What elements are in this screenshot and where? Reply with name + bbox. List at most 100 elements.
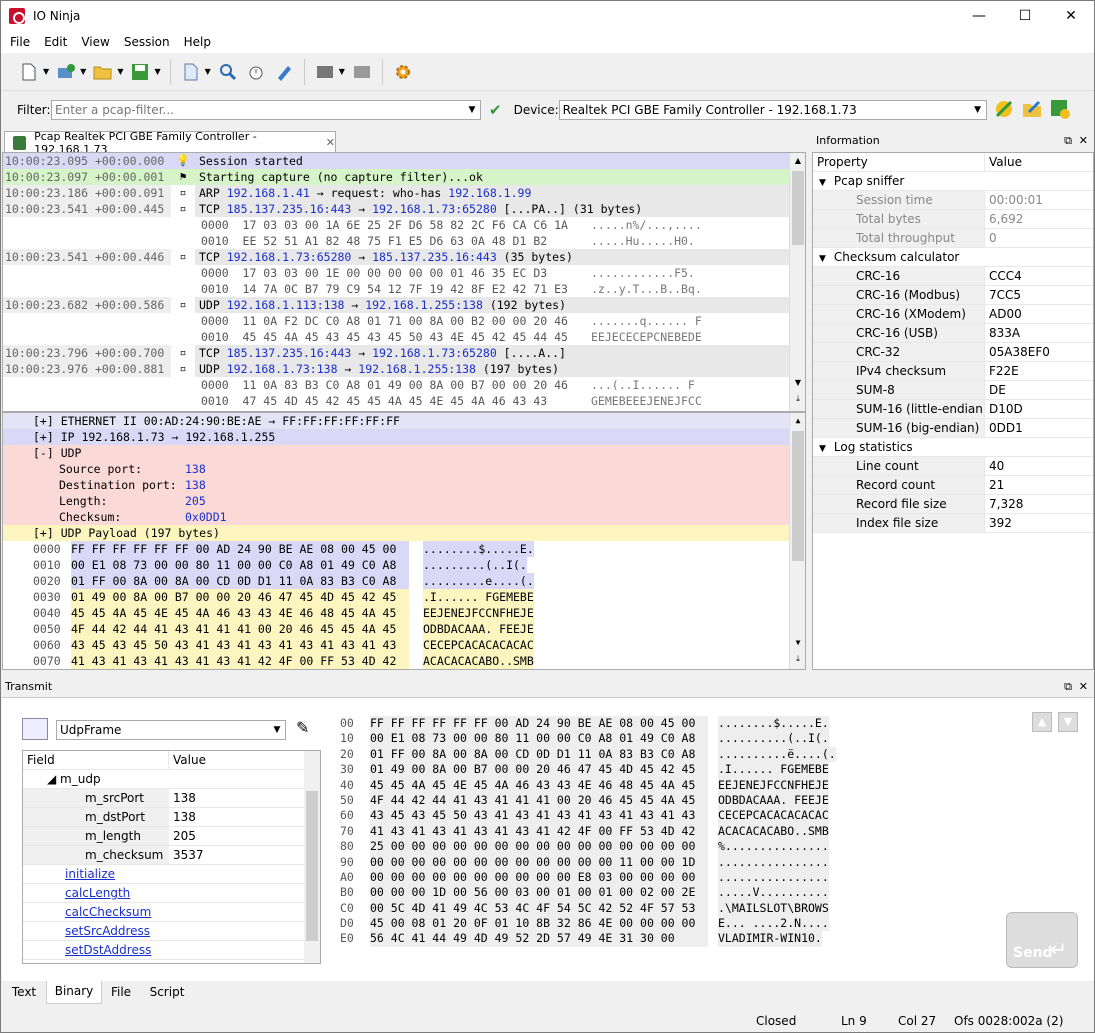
transmit-hex-editor[interactable]: 00 FF FF FF FF FF FF 00 AD 24 90 BE AE 08… <box>340 716 836 947</box>
info-row[interactable]: SUM-8 DE <box>813 381 1093 400</box>
terminal-dropdown-icon[interactable]: ▼ <box>339 67 345 76</box>
packet-hex-line[interactable]: 0030 01 49 00 8A 00 B7 00 00 20 46 47 45 … <box>3 589 805 605</box>
chevron-down-icon[interactable]: ▼ <box>819 178 826 188</box>
transmit-float-icon[interactable]: ⧉ <box>1064 677 1072 696</box>
menu-edit[interactable]: Edit <box>37 35 74 49</box>
info-row[interactable]: CRC-16 (XModem) AD00 <box>813 305 1093 324</box>
transmit-hex-line[interactable]: 00 FF FF FF FF FF FF 00 AD 24 90 BE AE 08… <box>340 716 836 732</box>
edit-script-icon[interactable]: ✎ <box>296 718 309 737</box>
field-group-row[interactable]: ◢ m_udp <box>23 770 320 789</box>
info-float-icon[interactable]: ⧉ <box>1064 131 1072 150</box>
info-row[interactable]: CRC-16 (Modbus) 7CC5 <box>813 286 1093 305</box>
log-hex-line[interactable]: 0010 14 7A 0C B7 79 C9 54 12 7F 19 42 8F… <box>3 281 805 297</box>
frame-type-select[interactable]: UdpFrame ▼ <box>56 720 286 740</box>
info-row[interactable]: SUM-16 (big-endian) 0DD1 <box>813 419 1093 438</box>
transmit-field-value[interactable]: 138 <box>169 789 196 807</box>
capture-start-icon[interactable] <box>993 98 1015 123</box>
transmit-hex-line[interactable]: 80 25 00 00 00 00 00 00 00 00 00 00 00 00… <box>340 839 836 855</box>
log-record[interactable]: 10:00:23.541 +00:00.445 ▫ TCP 185.137.235.… <box>3 201 805 217</box>
history-down-icon[interactable]: ▼ <box>1058 712 1078 732</box>
info-section[interactable]: ▼ Pcap sniffer <box>813 172 1093 191</box>
packet-hex-line[interactable]: 0040 45 45 4A 45 4E 45 4A 46 43 43 4E 46 … <box>3 605 805 621</box>
device-select[interactable]: Realtek PCI GBE Family Controller - 192.… <box>558 100 987 120</box>
log-hex-line[interactable]: 0010 45 45 4A 45 43 45 43 45 50 43 4E 45… <box>3 329 805 345</box>
field-tree-scrollbar[interactable] <box>304 751 320 963</box>
new-session-icon[interactable] <box>18 61 40 83</box>
new-dropdown-icon[interactable]: ▼ <box>43 67 49 76</box>
method-link[interactable]: setSrcAddress <box>23 922 150 940</box>
udp-header-row[interactable]: [-] UDP <box>3 445 805 461</box>
filter-dropdown-icon[interactable]: ▼ <box>464 101 480 119</box>
log-record[interactable]: 10:00:23.541 +00:00.446 ▫ TCP 192.168.1.73… <box>3 249 805 265</box>
udp-field-row[interactable]: Checksum: 0x0DD1 <box>3 509 805 525</box>
udp-field-row[interactable]: Source port: 138 <box>3 461 805 477</box>
log-dropdown-icon[interactable]: ▼ <box>205 67 211 76</box>
open-capture-icon[interactable] <box>1021 98 1043 123</box>
transmit-field-row[interactable]: m_dstPort 138 <box>23 808 320 827</box>
history-up-icon[interactable]: ▲ <box>1032 712 1052 732</box>
udp-field-row[interactable]: Destination port: 138 <box>3 477 805 493</box>
transmit-hex-line[interactable]: 60 43 45 43 45 50 43 41 43 41 43 41 43 41… <box>340 808 836 824</box>
new-connection-icon[interactable] <box>55 61 77 83</box>
detail-scrollbar[interactable]: ▲ ▼ ⤓ <box>789 413 805 669</box>
log-record[interactable]: 10:00:23.186 +00:00.091 ▫ ARP 192.168.1.41… <box>3 185 805 201</box>
log-scrollbar[interactable]: ▲ ▼ ⤓ <box>789 153 805 411</box>
transmit-hex-line[interactable]: E0 56 4C 41 44 49 4D 49 52 2D 57 49 4E 31… <box>340 931 836 947</box>
settings-gear-icon[interactable] <box>392 61 414 83</box>
packet-hex-line[interactable]: 0000 FF FF FF FF FF FF 00 AD 24 90 BE AE … <box>3 541 805 557</box>
method-link[interactable]: calcChecksum <box>23 903 151 921</box>
transmit-hex-line[interactable]: 90 00 00 00 00 00 00 00 00 00 00 00 00 11… <box>340 854 836 870</box>
open-dropdown-icon[interactable]: ▼ <box>117 67 123 76</box>
detail-scroll-down-icon[interactable]: ▼ <box>790 635 805 651</box>
method-link[interactable]: setDstAddress <box>23 941 151 959</box>
capture-tool-icon[interactable] <box>273 61 295 83</box>
transmit-field-row[interactable]: m_checksum 3537 <box>23 846 320 865</box>
tab-pcap-session[interactable]: Pcap Realtek PCI GBE Family Controller -… <box>4 130 336 156</box>
maximize-button[interactable]: ☐ <box>1002 1 1048 31</box>
transmit-hex-line[interactable]: D0 45 00 08 01 20 0F 01 10 8B 32 86 4E 00… <box>340 916 836 932</box>
transmit-hex-line[interactable]: C0 00 5C 4D 41 49 4C 53 4C 4F 54 5C 42 52… <box>340 900 836 917</box>
scroll-down-icon[interactable]: ▼ <box>790 375 805 391</box>
scroll-thumb[interactable] <box>792 171 804 245</box>
tab-text[interactable]: Text <box>3 982 45 1003</box>
detail-scroll-up-icon[interactable]: ▲ <box>790 413 805 429</box>
detail-scroll-end-icon[interactable]: ⤓ <box>790 651 805 667</box>
info-section[interactable]: ▼ Log statistics <box>813 438 1093 457</box>
tab-close-icon[interactable]: ✕ <box>326 136 335 149</box>
info-row[interactable]: Record count 21 <box>813 476 1093 495</box>
tab-script[interactable]: Script <box>141 982 193 1003</box>
packet-hex-line[interactable]: 0020 01 FF 00 8A 00 8A 00 CD 0D D1 11 0A … <box>3 573 805 589</box>
log-filter-icon[interactable] <box>180 61 202 83</box>
method-link[interactable]: calcLength <box>23 884 130 902</box>
method-link[interactable]: initialize <box>23 865 115 883</box>
collapse-icon[interactable]: ◢ <box>47 772 60 786</box>
frame-type-dropdown-icon[interactable]: ▼ <box>269 721 285 739</box>
menu-session[interactable]: Session <box>117 35 177 49</box>
transmit-hex-line[interactable]: B0 00 00 00 1D 00 56 00 03 00 01 00 01 00… <box>340 885 836 901</box>
transmit-field-value[interactable]: 138 <box>169 808 196 826</box>
properties-grid-icon[interactable] <box>22 718 48 740</box>
connection-dropdown-icon[interactable]: ▼ <box>80 67 86 76</box>
transmit-hex-line[interactable]: 10 00 E1 08 73 00 00 80 11 00 00 C0 A8 01… <box>340 731 836 747</box>
transmit-hex-line[interactable]: 70 41 43 41 43 41 43 41 43 41 42 4F 00 FF… <box>340 823 836 840</box>
log-hex-line[interactable]: 0000 11 0A F2 DC C0 A8 01 71 00 8A 00 B2… <box>3 313 805 329</box>
log-hex-line[interactable]: 0010 EE 52 51 A1 82 48 75 F1 E5 D6 63 0A… <box>3 233 805 249</box>
packet-hex-line[interactable]: 0070 41 43 41 43 41 43 41 43 41 42 4F 00 … <box>3 653 805 669</box>
log-record[interactable]: 10:00:23.796 +00:00.700 ▫ TCP 185.137.235.… <box>3 345 805 361</box>
filter-input[interactable]: Enter a pcap-filter... ▼ <box>51 100 481 120</box>
terminal-icon[interactable] <box>314 61 336 83</box>
menu-view[interactable]: View <box>74 35 116 49</box>
packet-hex-line[interactable]: 0010 00 E1 08 73 00 00 80 11 00 00 C0 A8 … <box>3 557 805 573</box>
transmit-hex-line[interactable]: 40 45 45 4A 45 4E 45 4A 46 43 43 4E 46 48… <box>340 777 836 793</box>
field-tree-scroll-thumb[interactable] <box>306 791 318 941</box>
frame-field-tree[interactable]: Field Value ◢ m_udp m_srcPort 138 m_dstPort… <box>22 750 321 964</box>
save-capture-icon[interactable] <box>1049 98 1071 123</box>
transmit-close-icon[interactable]: ✕ <box>1079 677 1088 696</box>
transmit-field-row[interactable]: m_srcPort 138 <box>23 789 320 808</box>
transmit-field-row[interactable]: m_length 205 <box>23 827 320 846</box>
info-row[interactable]: Total throughput 0 <box>813 229 1093 248</box>
info-row[interactable]: IPv4 checksum F22E <box>813 362 1093 381</box>
transmit-field-value[interactable]: 205 <box>169 827 196 845</box>
info-row[interactable]: Total bytes 6,692 <box>813 210 1093 229</box>
log-view[interactable]: 10:00:23.095 +00:00.000 💡 Session started 1… <box>2 152 806 412</box>
